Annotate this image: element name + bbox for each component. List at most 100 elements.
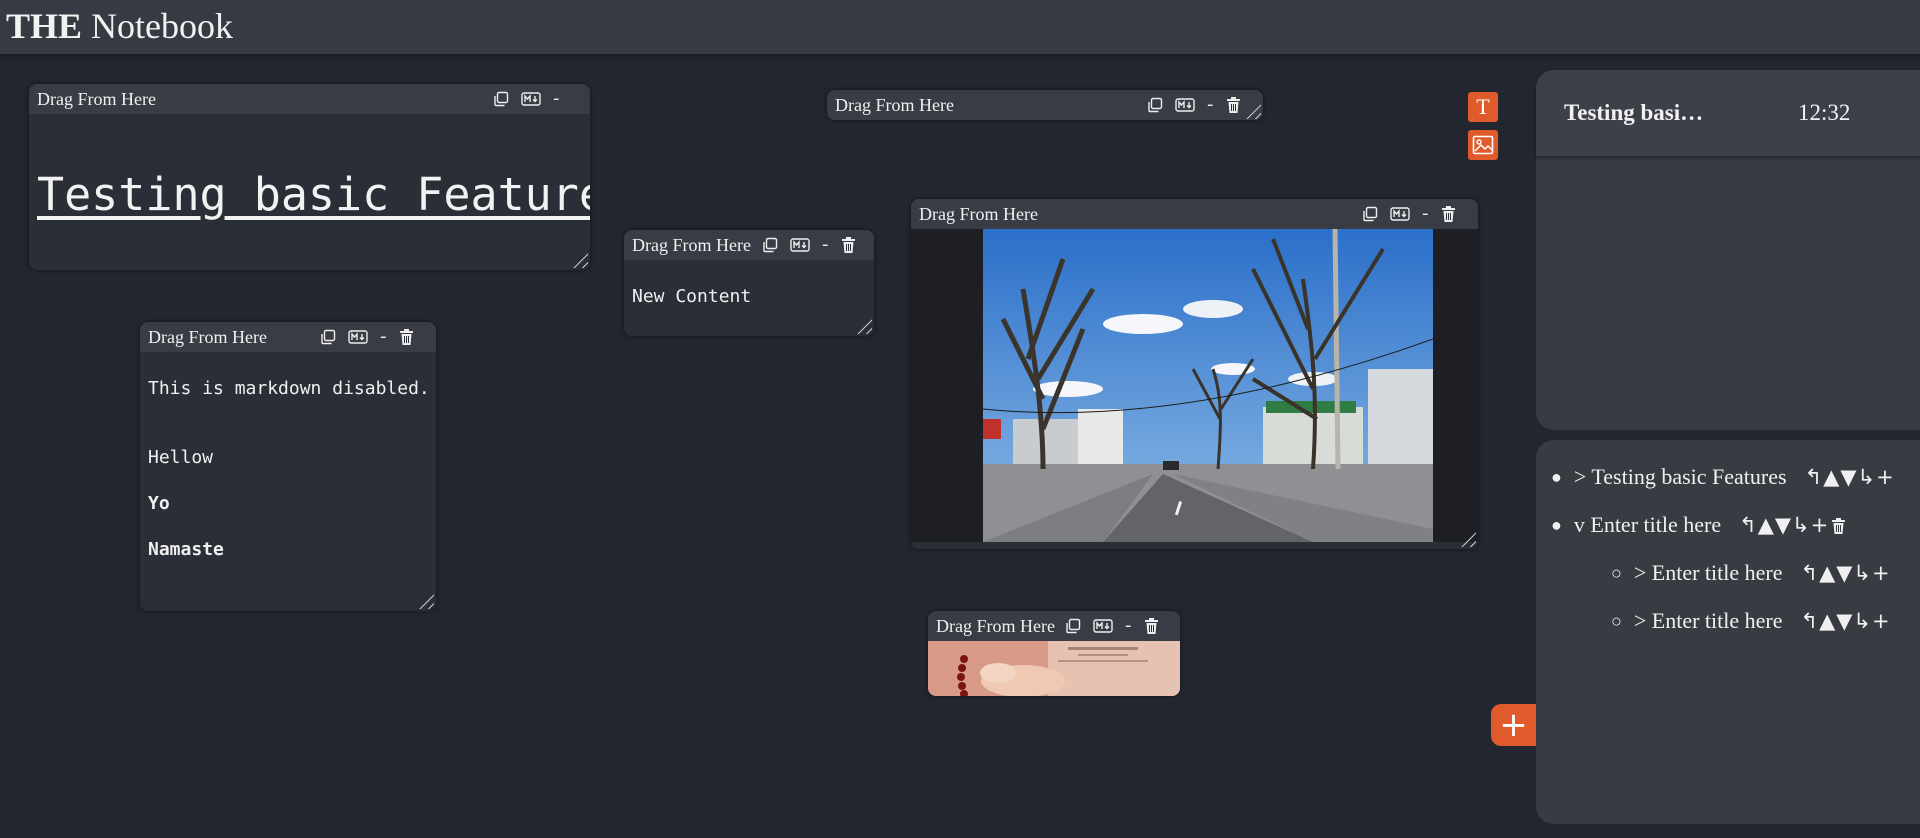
app-title: THE Notebook (6, 5, 233, 47)
move-down-icon[interactable]: ▼ (1840, 465, 1857, 489)
down-level-icon[interactable]: ↳ (1858, 465, 1877, 489)
outline-item[interactable]: ○ > Enter title here ↰▲▼↳+ (1611, 560, 1891, 586)
add-image-card-button[interactable] (1468, 130, 1498, 160)
card-tools: - (1065, 616, 1159, 636)
minimize-button[interactable]: - (822, 236, 829, 254)
outline-controls: ↰▲▼↳+ (1801, 561, 1891, 585)
drag-handle[interactable]: Drag From Here (37, 89, 156, 110)
outline-panel: ● > Testing basic Features ↰▲▼↳+ ● v Ent… (1536, 440, 1920, 824)
card-header: Drag From Here - (911, 199, 1478, 229)
up-level-icon[interactable]: ↰ (1805, 465, 1824, 489)
card-header: Drag From Here - (928, 611, 1180, 641)
outline-item-label[interactable]: > Testing basic Features (1574, 464, 1787, 490)
minimize-button[interactable]: - (1422, 205, 1429, 223)
text-line: Yo (148, 493, 170, 514)
trash-icon[interactable] (1226, 96, 1241, 114)
image-card: Drag From Here - (911, 199, 1478, 549)
move-down-icon[interactable]: ▼ (1775, 513, 1792, 537)
drag-handle[interactable]: Drag From Here (835, 95, 954, 116)
outline-controls: ↰▲▼↳+ (1801, 609, 1891, 633)
text-line: Hellow (148, 447, 214, 468)
resize-handle[interactable] (854, 316, 872, 334)
card-header: Drag From Here - (140, 322, 436, 352)
card-tools: - (1362, 204, 1456, 224)
street-photo (983, 229, 1433, 542)
add-icon[interactable]: + (1811, 513, 1830, 537)
bullet-icon: ● (1551, 466, 1562, 487)
markdown-card: Drag From Here - This is markdown disabl… (140, 322, 436, 611)
markdown-icon[interactable] (1175, 98, 1195, 112)
drag-handle[interactable]: Drag From Here (632, 235, 751, 256)
copy-icon[interactable] (493, 91, 509, 107)
trash-icon[interactable] (1831, 517, 1846, 535)
markdown-icon[interactable] (348, 330, 368, 344)
markdown-icon[interactable] (1390, 207, 1410, 221)
outline-item-label[interactable]: > Enter title here (1634, 560, 1783, 586)
app-title-bold: THE (6, 6, 83, 46)
image-icon (1472, 135, 1494, 155)
move-up-icon[interactable]: ▲ (1819, 609, 1836, 633)
outline-item-label[interactable]: v Enter title here (1574, 512, 1721, 538)
minimize-button[interactable]: - (553, 90, 560, 108)
content-card: Drag From Here - New Content (624, 230, 874, 336)
add-icon[interactable]: + (1872, 561, 1891, 585)
text-tool-label: T (1476, 94, 1490, 119)
app-title-rest: Notebook (82, 6, 234, 46)
copy-icon[interactable] (1065, 618, 1081, 634)
drag-handle[interactable]: Drag From Here (919, 204, 1038, 225)
outline-controls: ↰▲▼↳+ (1805, 465, 1895, 489)
bullet-icon: ● (1551, 514, 1562, 535)
resize-handle[interactable] (570, 250, 588, 268)
markdown-icon[interactable] (1093, 619, 1113, 633)
copy-icon[interactable] (1362, 206, 1378, 222)
add-icon[interactable]: + (1876, 465, 1895, 489)
outline-item-label[interactable]: > Enter title here (1634, 608, 1783, 634)
add-icon[interactable]: + (1872, 609, 1891, 633)
copy-icon[interactable] (320, 329, 336, 345)
outline-item[interactable]: ● > Testing basic Features ↰▲▼↳+ (1551, 464, 1895, 490)
move-down-icon[interactable]: ▼ (1836, 561, 1853, 585)
title-card: Drag From Here - Testing basic Features (29, 84, 590, 270)
outline-item[interactable]: ● v Enter title here ↰▲▼↳+ (1551, 512, 1846, 538)
copy-icon[interactable] (762, 237, 778, 253)
resize-handle[interactable] (416, 591, 434, 609)
move-up-icon[interactable]: ▲ (1758, 513, 1775, 537)
add-text-card-button[interactable]: T (1468, 92, 1498, 122)
outline-controls: ↰▲▼↳+ (1739, 513, 1846, 537)
move-up-icon[interactable]: ▲ (1823, 465, 1840, 489)
image-card-small: Drag From Here - (928, 611, 1180, 696)
add-button[interactable]: + (1491, 704, 1536, 746)
card-text: New Content (632, 286, 752, 307)
down-level-icon[interactable]: ↳ (1792, 513, 1811, 537)
move-down-icon[interactable]: ▼ (1836, 609, 1853, 633)
note-title[interactable]: Testing basi… (1564, 100, 1703, 126)
card-header: Drag From Here - (29, 84, 590, 114)
card-tools: - (320, 327, 414, 347)
note-time: 12:32 (1798, 100, 1851, 125)
up-level-icon[interactable]: ↰ (1801, 609, 1820, 633)
down-level-icon[interactable]: ↳ (1853, 561, 1872, 585)
collapsed-card: Drag From Here - (827, 90, 1263, 120)
move-up-icon[interactable]: ▲ (1819, 561, 1836, 585)
trash-icon[interactable] (841, 236, 856, 254)
markdown-icon[interactable] (521, 92, 541, 106)
minimize-button[interactable]: - (380, 328, 387, 346)
copy-icon[interactable] (1147, 97, 1163, 113)
down-level-icon[interactable]: ↳ (1853, 609, 1872, 633)
trash-icon[interactable] (1441, 205, 1456, 223)
card-heading: Testing basic Features (37, 168, 590, 221)
drag-handle[interactable]: Drag From Here (936, 616, 1055, 637)
minimize-button[interactable]: - (1125, 617, 1132, 635)
outline-item[interactable]: ○ > Enter title here ↰▲▼↳+ (1611, 608, 1891, 634)
text-line: This is markdown disabled. (148, 378, 430, 399)
markdown-icon[interactable] (790, 238, 810, 252)
card-header: Drag From Here - (827, 90, 1263, 120)
minimize-button[interactable]: - (1207, 96, 1214, 114)
card-tools: - (493, 89, 560, 109)
trash-icon[interactable] (1144, 617, 1159, 635)
up-level-icon[interactable]: ↰ (1801, 561, 1820, 585)
up-level-icon[interactable]: ↰ (1739, 513, 1758, 537)
trash-icon[interactable] (399, 328, 414, 346)
image-frame (911, 229, 1478, 542)
drag-handle[interactable]: Drag From Here (148, 327, 267, 348)
